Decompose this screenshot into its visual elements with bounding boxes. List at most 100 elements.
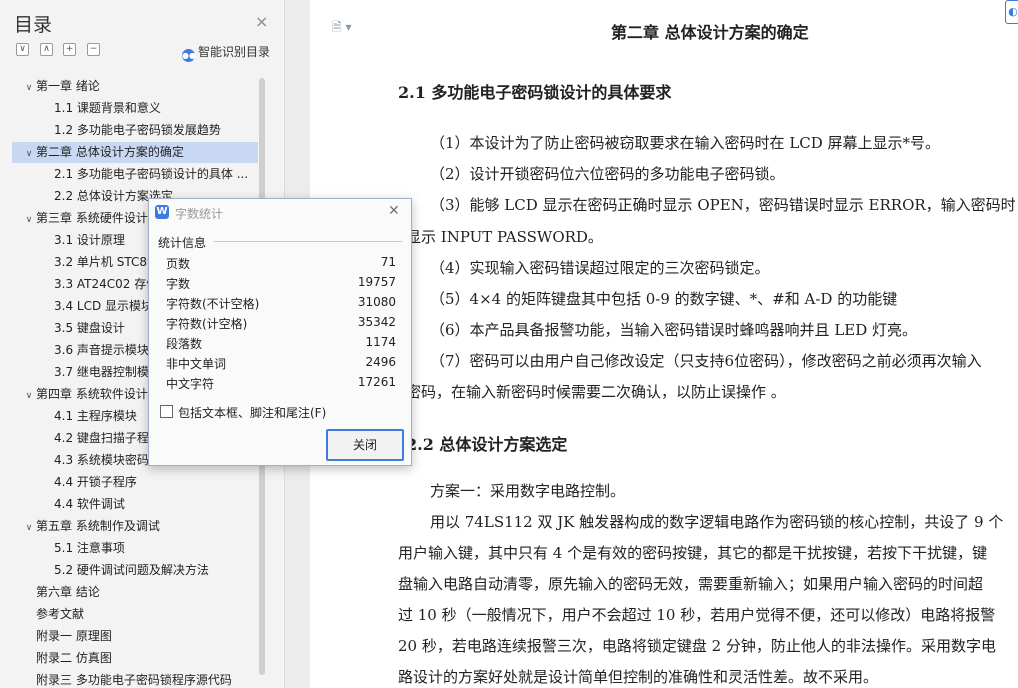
- toc-item[interactable]: 附录二 仿真图: [12, 648, 258, 669]
- toc-item[interactable]: 1.2 多功能电子密码锁发展趋势: [12, 120, 258, 141]
- toc-item-label: 附录一 原理图: [36, 629, 112, 643]
- include-textbox-checkbox[interactable]: [160, 405, 173, 418]
- doc-paragraph-line: （3）能够 LCD 显示在密码正确时显示 OPEN，密码错误时显示 ERROR，…: [430, 196, 1016, 214]
- doc-paragraph-line: 过 10 秒（一般情况下，用户不会超过 10 秒，若用户觉得不便，还可以修改）电…: [398, 606, 996, 624]
- wps-logo-icon: W: [155, 205, 169, 219]
- toc-item-label: 附录二 仿真图: [36, 651, 112, 665]
- toc-item-label: 3.6 声音提示模块: [54, 343, 149, 357]
- toc-item[interactable]: 4.4 开锁子程序: [12, 472, 258, 493]
- toc-item[interactable]: ∨ 第一章 绪论: [12, 76, 258, 97]
- collapse-all-icon[interactable]: ∨: [16, 43, 29, 56]
- stat-label: 字符数(不计空格): [166, 297, 260, 311]
- doc-heading: 2.1 多功能电子密码锁设计的具体要求: [398, 83, 672, 102]
- word-count-dialog: W 字数统计 ✕ 统计信息 页数 71 字数 19757 字符数(不计空格) 31080 字…: [148, 198, 412, 466]
- stat-label: 非中文单词: [166, 357, 227, 371]
- toc-item[interactable]: 2.1 多功能电子密码锁设计的具体 ...: [12, 164, 258, 185]
- toc-item[interactable]: 5.2 硬件调试问题及解决方法: [12, 560, 258, 581]
- toc-item[interactable]: 1.1 课题背景和意义: [12, 98, 258, 119]
- toc-item-label: 4.3 系统模块密码: [54, 453, 149, 467]
- stat-label: 段落数: [166, 337, 203, 351]
- toc-item-label: 3.1 设计原理: [54, 233, 125, 247]
- doc-paragraph-line: 显示 INPUT PASSWORD。: [406, 228, 603, 246]
- chevron-down-icon[interactable]: ∨: [22, 518, 36, 537]
- document-menu-icon[interactable]: 🗎 ▾: [332, 18, 352, 39]
- chevron-down-icon[interactable]: ∨: [22, 78, 36, 97]
- stat-label: 中文字符: [166, 377, 215, 391]
- toc-item[interactable]: 4.4 软件调试: [12, 494, 258, 515]
- toc-item[interactable]: 附录三 多功能电子密码锁程序源代码: [12, 670, 258, 688]
- doc-paragraph-line: （1）本设计为了防止密码被窃取要求在输入密码时在 LCD 屏幕上显示*号。: [430, 134, 941, 152]
- close-button[interactable]: 关闭: [326, 429, 404, 461]
- stat-value: 1174: [365, 335, 396, 349]
- document-page[interactable]: 🗎 ▾ 第二章 总体设计方案的确定 2.1 多功能电子密码锁设计的具体要求 （1）本…: [310, 0, 1018, 688]
- stat-label: 字符数(计空格): [166, 317, 248, 331]
- stat-value: 19757: [357, 275, 396, 289]
- section-divider: [214, 241, 402, 242]
- chevron-down-icon[interactable]: ∨: [22, 144, 36, 163]
- doc-paragraph-line: 方案一：采用数字电路控制。: [430, 482, 626, 500]
- dialog-title: 字数统计: [175, 207, 224, 221]
- toc-item-label: 5.2 硬件调试问题及解决方法: [54, 563, 209, 577]
- doc-paragraph-line: （6）本产品具备报警功能，当输入密码错误时蜂鸣器响并且 LED 灯亮。: [430, 321, 918, 339]
- toc-item[interactable]: 第六章 结论: [12, 582, 258, 603]
- doc-paragraph-line: 路设计的方案好处就是设计简单但控制的准确性和灵活性差。故不采用。: [398, 668, 879, 686]
- doc-heading: 2.2 总体设计方案选定: [406, 435, 568, 454]
- toc-item-label: 3.4 LCD 显示模块: [54, 299, 154, 313]
- stat-label: 字数: [166, 277, 191, 291]
- toc-item[interactable]: ∨ 第二章 总体设计方案的确定: [12, 142, 258, 163]
- smart-toc-label: 智能识别目录: [198, 45, 271, 59]
- doc-paragraph-line: （2）设计开锁密码位六位密码的多功能电子密码锁。: [430, 165, 785, 183]
- toc-item[interactable]: 参考文献: [12, 604, 258, 625]
- stat-value: 17261: [357, 375, 396, 389]
- doc-paragraph-line: （5）4×4 的矩阵键盘其中包括 0-9 的数字键、*、#和 A-D 的功能键: [430, 290, 898, 308]
- chevron-down-icon[interactable]: ∨: [22, 386, 36, 405]
- doc-paragraph-line: 用户输入键，其中只有 4 个是有效的密码按键，其它的都是干扰按键，若按下干扰键，…: [398, 544, 988, 562]
- toc-item-label: 4.2 键盘扫描子程序: [54, 431, 161, 445]
- toc-item-label: 参考文献: [36, 607, 85, 621]
- toc-item-label: 第六章 结论: [36, 585, 100, 599]
- toc-item-label: 第二章 总体设计方案的确定: [36, 145, 184, 159]
- stat-value: 31080: [357, 295, 396, 309]
- toc-item-label: 4.4 软件调试: [54, 497, 125, 511]
- edge-tool-button[interactable]: ◐: [1005, 0, 1018, 24]
- stats-section-label: 统计信息: [158, 236, 207, 250]
- smart-toc-icon: ●●: [182, 49, 196, 62]
- doc-paragraph-line: （4）实现输入密码错误超过限定的三次密码锁定。: [430, 259, 770, 277]
- toc-item-label: 2.1 多功能电子密码锁设计的具体 ...: [54, 167, 249, 181]
- toc-item[interactable]: 5.1 注意事项: [12, 538, 258, 559]
- doc-paragraph-line: 盘输入电路自动清零，原先输入的密码无效，需要重新输入；如果用户输入密码的时间超: [398, 575, 984, 593]
- stat-value: 2496: [365, 355, 396, 369]
- doc-paragraph-line: 密码，在输入新密码时候需要二次确认，以防止误操作 。: [406, 383, 786, 401]
- toc-item-label: 第一章 绪论: [36, 79, 100, 93]
- smart-toc-button[interactable]: ●● 智能识别目录: [182, 43, 270, 62]
- toc-item[interactable]: 附录一 原理图: [12, 626, 258, 647]
- dialog-titlebar[interactable]: W 字数统计 ✕: [149, 199, 411, 225]
- add-heading-icon[interactable]: +: [63, 43, 76, 56]
- toc-item-label: 1.2 多功能电子密码锁发展趋势: [54, 123, 221, 137]
- stat-value: 71: [380, 255, 396, 269]
- stat-label: 页数: [166, 257, 191, 271]
- toc-item-label: 附录三 多功能电子密码锁程序源代码: [36, 673, 232, 687]
- toc-item-label: 第四章 系统软件设计: [36, 387, 148, 401]
- toc-item-label: 第三章 系统硬件设计: [36, 211, 148, 225]
- doc-heading: 第二章 总体设计方案的确定: [611, 23, 809, 42]
- toc-item[interactable]: ∨ 第五章 系统制作及调试: [12, 516, 258, 537]
- chevron-down-icon[interactable]: ∨: [22, 210, 36, 229]
- toc-item-label: 3.7 继电器控制模块: [54, 365, 161, 379]
- toc-title: 目录: [14, 14, 53, 36]
- stat-value: 35342: [357, 315, 396, 329]
- include-textbox-label[interactable]: 包括文本框、脚注和尾注(F): [178, 404, 326, 421]
- toc-item-label: 5.1 注意事项: [54, 541, 125, 555]
- remove-heading-icon[interactable]: −: [87, 43, 100, 56]
- toc-close-icon[interactable]: ×: [255, 12, 268, 31]
- toc-item-label: 4.1 主程序模块: [54, 409, 137, 423]
- expand-up-icon[interactable]: ∧: [40, 43, 53, 56]
- doc-paragraph-line: 20 秒，若电路连续报警三次，电路将锁定键盘 2 分钟，防止他人的非法操作。采用…: [398, 637, 996, 655]
- doc-paragraph-line: 用以 74LS112 双 JK 触发器构成的数字逻辑电路作为密码锁的核心控制，共…: [430, 513, 1004, 531]
- toc-item-label: 1.1 课题背景和意义: [54, 101, 161, 115]
- toc-item-label: 3.3 AT24C02 存储: [54, 277, 159, 291]
- toc-item-label: 3.5 键盘设计: [54, 321, 125, 335]
- dialog-close-icon[interactable]: ✕: [388, 203, 400, 219]
- doc-paragraph-line: （7）密码可以由用户自己修改设定（只支持6位密码），修改密码之前必须再次输入: [430, 352, 982, 370]
- toc-item-label: 4.4 开锁子程序: [54, 475, 137, 489]
